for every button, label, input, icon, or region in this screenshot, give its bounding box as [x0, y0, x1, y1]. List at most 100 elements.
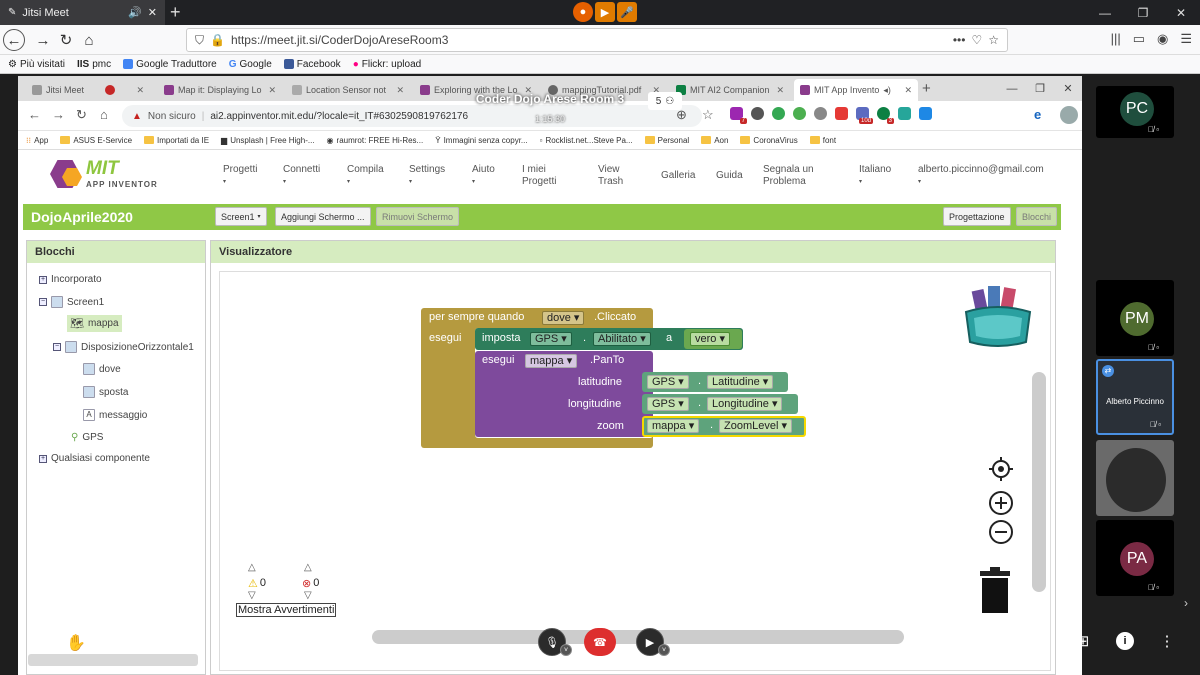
chat-icon[interactable]: 🗨	[108, 632, 128, 652]
close-tab-icon[interactable]: ✕	[396, 85, 404, 96]
blocks-button[interactable]: Blocchi	[1016, 207, 1058, 226]
bookmark-unsplash[interactable]: ▆ Unsplash | Free High-...	[221, 136, 315, 145]
tree-gps[interactable]: ⚲ GPS	[71, 432, 103, 443]
close-window-icon[interactable]: ✕	[1162, 0, 1200, 25]
collapse-icon[interactable]: −	[53, 343, 61, 351]
inner-tab-exploring[interactable]: Exploring with the Lo ✕	[414, 79, 538, 101]
back-icon[interactable]: ←	[3, 29, 25, 51]
trash-icon[interactable]	[978, 567, 1012, 613]
bookmark-raumrot[interactable]: ◉ raumrot: FREE Hi-Res...	[327, 136, 424, 145]
bookmark-most-visited[interactable]: ⚙ Più visitati	[8, 59, 65, 70]
blocks-workspace[interactable]: per sempre quando dove ▾ .Cliccato esegu…	[219, 271, 1051, 671]
bookmark-google-translate[interactable]: Google Traduttore	[123, 59, 217, 70]
lon-property-dropdown[interactable]: Longitudine ▾	[707, 397, 783, 411]
lat-property-dropdown[interactable]: Latitudine ▾	[707, 375, 774, 389]
menu-account[interactable]: alberto.piccinno@gmail.com ▾	[918, 164, 1044, 188]
bookmark-immagini[interactable]: Ÿ Immagini senza copyr...	[435, 136, 527, 145]
call-component-dropdown[interactable]: mappa ▾	[525, 354, 578, 368]
camera-options-chevron-icon[interactable]: ˅	[658, 644, 670, 656]
screen-select[interactable]: Screen1 ▾	[215, 207, 267, 226]
tree-disposizione[interactable]: − DisposizioneOrizzontale1	[53, 341, 194, 353]
menu-italiano[interactable]: Italiano ▾	[859, 164, 891, 188]
menu-compila[interactable]: Compila ▾	[347, 164, 384, 188]
inner-tab-mapit[interactable]: Map it: Displaying Lo ✕	[158, 79, 282, 101]
microphone-icon[interactable]: 🎤	[617, 2, 637, 22]
zoom-property-dropdown[interactable]: ZoomLevel ▾	[719, 419, 792, 433]
workspace-vertical-scrollbar[interactable]	[1032, 372, 1046, 592]
close-tab-icon[interactable]: ✕	[524, 85, 532, 96]
bookmark-facebook[interactable]: Facebook	[283, 59, 341, 70]
pocket-icon[interactable]: ♡	[971, 33, 982, 47]
set-property-dropdown[interactable]: Abilitato ▾	[593, 332, 651, 346]
participant-tile-self[interactable]: ⇄ Alberto Piccinno 🎙̸ ▫	[1096, 359, 1174, 435]
close-tab-icon[interactable]: ✕	[904, 85, 912, 96]
expand-icon[interactable]: +	[39, 275, 47, 284]
bookmark-coronavirus[interactable]: CoronaVirus	[740, 136, 798, 145]
menu-connetti[interactable]: Connetti ▾	[283, 164, 320, 188]
close-tab-icon[interactable]: ✕	[776, 85, 784, 96]
menu-miei-progetti[interactable]: I miei Progetti	[522, 164, 556, 188]
minimize-icon[interactable]: —	[998, 76, 1026, 101]
remove-screen-button[interactable]: Rimuovi Schermo	[376, 207, 460, 226]
menu-settings[interactable]: Settings ▾	[409, 164, 445, 188]
set-component-dropdown[interactable]: GPS ▾	[530, 332, 572, 346]
zoom-out-icon[interactable]	[988, 519, 1014, 545]
tree-mappa[interactable]: 🗺 mappa	[67, 315, 122, 332]
outer-tab-jitsi[interactable]: ✎ Jitsi Meet 🔊 ✕	[0, 0, 165, 25]
collapse-icon[interactable]: −	[39, 298, 47, 306]
new-tab-icon[interactable]: +	[922, 80, 931, 97]
menu-segnala-problema[interactable]: Segnala un Problema	[763, 164, 814, 188]
maximize-icon[interactable]: ❐	[1026, 76, 1054, 101]
bookmark-rocklist[interactable]: ▫ Rocklist.net...Steve Pa...	[540, 136, 633, 145]
hangup-button[interactable]: ☎	[584, 628, 616, 656]
warning-up-arrow-icon[interactable]: △	[248, 562, 256, 573]
participant-tile-pm[interactable]: PM 🎙̸ ▫	[1096, 280, 1174, 356]
locate-icon[interactable]	[988, 456, 1014, 482]
outer-url-bar[interactable]: ⛉ 🔒 https://meet.jit.si/CoderDojoAreseRo…	[186, 28, 1008, 52]
participant-tile-pc[interactable]: PC 🎙̸ ▫	[1096, 86, 1174, 138]
add-screen-button[interactable]: Aggiungi Schermo ...	[275, 207, 371, 226]
info-icon[interactable]: i	[1116, 632, 1134, 650]
bookmark-apps[interactable]: ⁝⁝ App	[26, 136, 48, 145]
participant-tile-pa[interactable]: PA 🎙̸ ▫	[1096, 520, 1174, 596]
camera-icon[interactable]: ▶	[595, 2, 615, 22]
tree-messaggio[interactable]: Amessaggio	[83, 409, 147, 421]
chevron-right-icon[interactable]: ›	[1184, 596, 1188, 610]
close-tab-icon[interactable]: ✕	[148, 6, 157, 19]
warning-down-arrow-icon[interactable]: ▽	[248, 590, 256, 601]
minimize-icon[interactable]: —	[1086, 0, 1124, 25]
zoom-component-dropdown[interactable]: mappa ▾	[647, 419, 700, 433]
bookmark-font[interactable]: font	[809, 136, 836, 145]
mic-options-chevron-icon[interactable]: ˅	[560, 644, 572, 656]
appinventor-logo[interactable]: MIT APP INVENTOR	[46, 158, 186, 192]
tree-any-component[interactable]: + Qualsiasi componente	[39, 453, 150, 464]
backpack-icon[interactable]	[960, 282, 1036, 348]
sidebar-icon[interactable]: ▭	[1133, 31, 1145, 47]
bookmark-pmc[interactable]: IIS pmc	[77, 59, 111, 70]
error-down-arrow-icon[interactable]: ▽	[304, 590, 312, 601]
speaker-icon[interactable]: ◂)	[883, 85, 891, 96]
true-dropdown[interactable]: vero ▾	[690, 332, 730, 346]
raise-hand-icon[interactable]: ✋	[66, 632, 86, 654]
show-warnings-button[interactable]: Mostra Avvertimenti	[236, 603, 337, 617]
bookmark-asus[interactable]: ASUS E-Service	[60, 136, 132, 145]
home-icon[interactable]: ⌂	[78, 29, 100, 51]
close-window-icon[interactable]: ✕	[1054, 76, 1082, 101]
error-up-arrow-icon[interactable]: △	[304, 562, 312, 573]
close-tab-icon[interactable]: ✕	[136, 85, 144, 96]
tree-sposta[interactable]: sposta	[83, 386, 128, 398]
new-tab-icon[interactable]: +	[170, 2, 181, 23]
inner-tab-companion[interactable]: MIT AI2 Companion ✕	[670, 79, 790, 101]
inner-tab-appinventor[interactable]: MIT App Invento ◂) ✕	[794, 79, 918, 101]
star-icon[interactable]: ☆	[988, 33, 999, 47]
lat-component-dropdown[interactable]: GPS ▾	[647, 375, 689, 389]
library-icon[interactable]: |||	[1111, 31, 1121, 47]
bookmark-ie[interactable]: Importati da IE	[144, 136, 209, 145]
expand-icon[interactable]: +	[39, 454, 47, 463]
menu-aiuto[interactable]: Aiuto ▾	[472, 164, 495, 188]
participant-count-badge[interactable]: 5 ⚇	[648, 92, 682, 110]
more-icon[interactable]: •••	[953, 33, 966, 47]
menu-progetti[interactable]: Progetti ▾	[223, 164, 257, 188]
designer-button[interactable]: Progettazione	[943, 207, 1011, 226]
screen-share-icon[interactable]: ▭	[24, 634, 44, 654]
